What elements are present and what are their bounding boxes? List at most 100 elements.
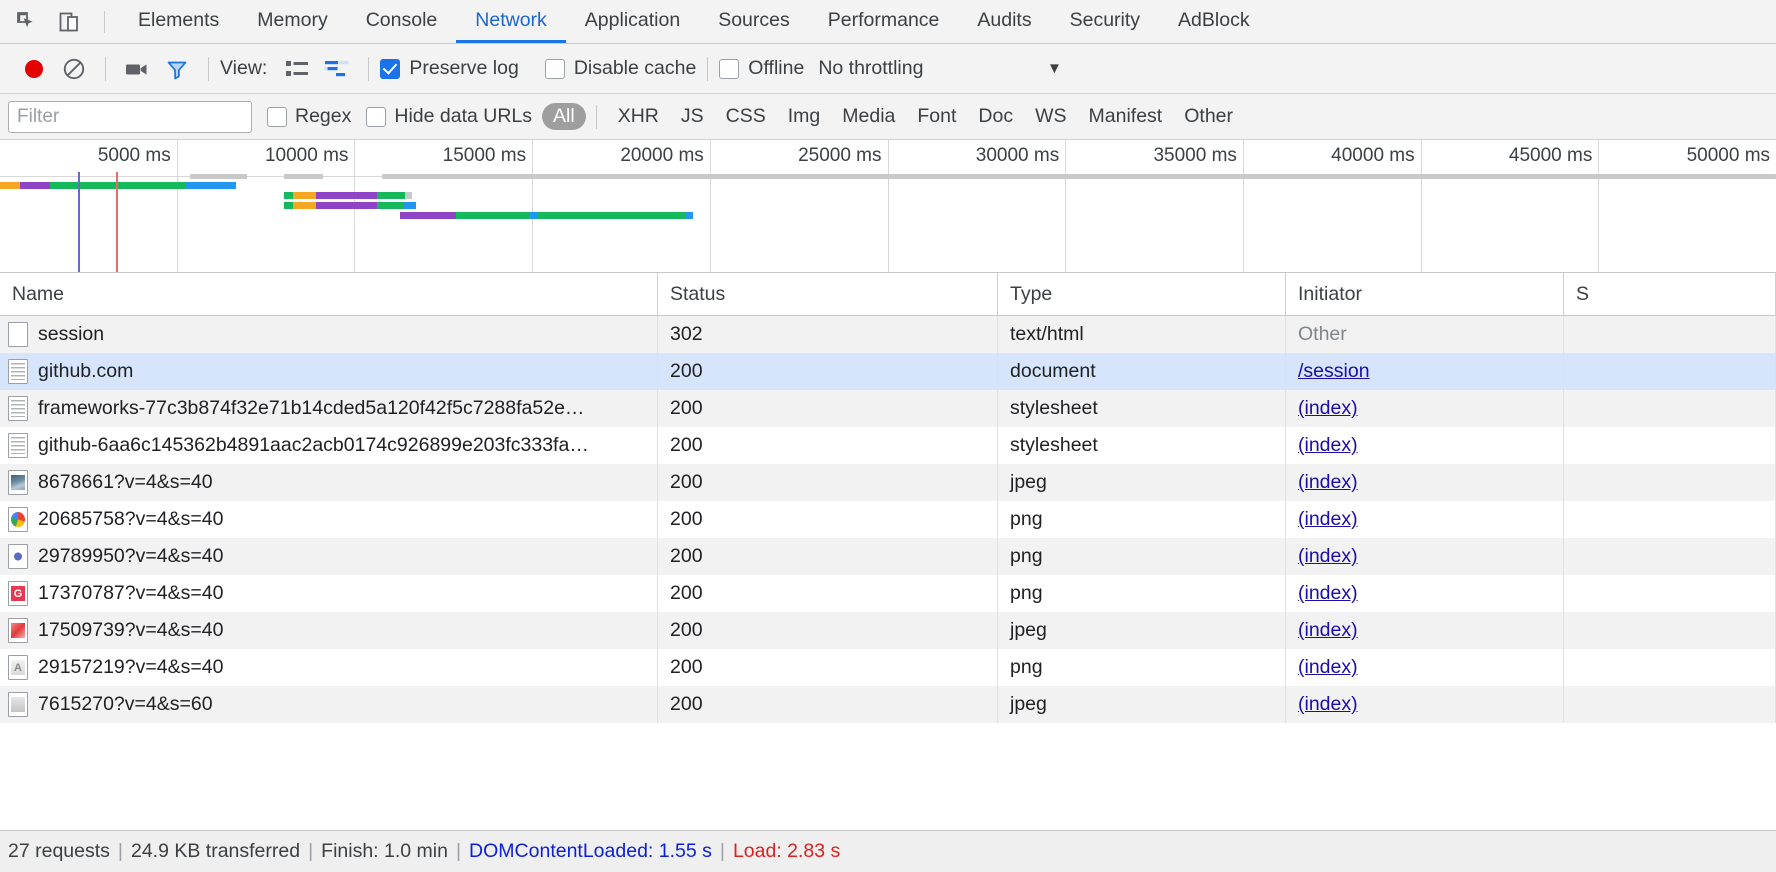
image-thumb-red-scribble-icon-thumb: [11, 623, 25, 638]
initiator-link[interactable]: (index): [1298, 656, 1358, 679]
inspect-element-icon[interactable]: [14, 9, 40, 35]
tab-memory[interactable]: Memory: [238, 0, 346, 43]
initiator-link[interactable]: (index): [1298, 545, 1358, 568]
tab-performance[interactable]: Performance: [809, 0, 959, 43]
type-filter-media[interactable]: Media: [831, 103, 906, 130]
initiator-link[interactable]: (index): [1298, 397, 1358, 420]
clear-button[interactable]: [54, 52, 94, 86]
table-row[interactable]: github.com200document/session: [0, 353, 1776, 390]
initiator-link[interactable]: (index): [1298, 619, 1358, 642]
tab-network[interactable]: Network: [456, 0, 566, 43]
tab-audits[interactable]: Audits: [958, 0, 1050, 43]
initiator-link[interactable]: /session: [1298, 360, 1370, 383]
type-filter-xhr[interactable]: XHR: [607, 103, 670, 130]
cell-initiator[interactable]: (index): [1286, 390, 1564, 427]
cell-name[interactable]: 17509739?v=4&s=40: [0, 612, 658, 649]
table-row[interactable]: 7615270?v=4&s=60200jpeg(index): [0, 686, 1776, 723]
waterfall-view-icon[interactable]: [317, 52, 357, 86]
cell-name[interactable]: A29157219?v=4&s=40: [0, 649, 658, 686]
overview-bar-segment: [529, 212, 538, 219]
table-row[interactable]: 20685758?v=4&s=40200png(index): [0, 501, 1776, 538]
table-row[interactable]: frameworks-77c3b874f32e71b14cded5a120f42…: [0, 390, 1776, 427]
offline-checkbox[interactable]: Offline: [719, 57, 804, 80]
tab-elements[interactable]: Elements: [119, 0, 238, 43]
cell-initiator[interactable]: (index): [1286, 501, 1564, 538]
cell-name[interactable]: 8678661?v=4&s=40: [0, 464, 658, 501]
table-row[interactable]: 17509739?v=4&s=40200jpeg(index): [0, 612, 1776, 649]
type-filter-font[interactable]: Font: [906, 103, 967, 130]
cell-name[interactable]: 20685758?v=4&s=40: [0, 501, 658, 538]
camera-icon[interactable]: [117, 52, 157, 86]
preserve-log-checkbox-box[interactable]: [380, 59, 400, 79]
type-filter-css[interactable]: CSS: [715, 103, 777, 130]
cell-name[interactable]: github.com: [0, 353, 658, 390]
table-row[interactable]: G17370787?v=4&s=40200png(index): [0, 575, 1776, 612]
initiator-link[interactable]: (index): [1298, 434, 1358, 457]
cell-name[interactable]: github-6aa6c145362b4891aac2acb0174c92689…: [0, 427, 658, 464]
type-filter-all[interactable]: All: [542, 103, 586, 130]
initiator-link[interactable]: (index): [1298, 693, 1358, 716]
table-row[interactable]: A29157219?v=4&s=40200png(index): [0, 649, 1776, 686]
funnel-icon[interactable]: [157, 52, 197, 86]
cell-name[interactable]: G17370787?v=4&s=40: [0, 575, 658, 612]
table-row[interactable]: 29789950?v=4&s=40200png(index): [0, 538, 1776, 575]
cell-initiator[interactable]: (index): [1286, 464, 1564, 501]
preserve-log-checkbox[interactable]: Preserve log: [380, 57, 518, 80]
tab-adblock[interactable]: AdBlock: [1159, 0, 1269, 43]
cell-initiator[interactable]: (index): [1286, 427, 1564, 464]
type-filter-doc[interactable]: Doc: [967, 103, 1024, 130]
throttling-select[interactable]: No throttling: [818, 57, 923, 80]
record-button[interactable]: [14, 52, 54, 86]
status-separator-4: |: [720, 840, 725, 863]
cell-initiator[interactable]: (index): [1286, 612, 1564, 649]
type-filter-js[interactable]: JS: [670, 103, 715, 130]
initiator-link[interactable]: (index): [1298, 471, 1358, 494]
disable-cache-checkbox[interactable]: Disable cache: [545, 57, 696, 80]
filter-input[interactable]: [8, 101, 252, 133]
type-filter-manifest[interactable]: Manifest: [1078, 103, 1174, 130]
file-blank-icon: [8, 322, 28, 347]
cell-name[interactable]: session: [0, 316, 658, 353]
cell-name[interactable]: 7615270?v=4&s=60: [0, 686, 658, 723]
column-header-type[interactable]: Type: [998, 273, 1286, 316]
network-overview-timeline[interactable]: 5000 ms10000 ms15000 ms20000 ms25000 ms3…: [0, 140, 1776, 273]
cell-initiator[interactable]: (index): [1286, 649, 1564, 686]
tab-application[interactable]: Application: [566, 0, 699, 43]
hide-data-urls-checkbox-box[interactable]: [366, 107, 386, 127]
chevron-down-icon[interactable]: ▼: [1037, 60, 1071, 77]
list-view-icon[interactable]: [277, 52, 317, 86]
tab-security[interactable]: Security: [1051, 0, 1159, 43]
overview-bar-segment: [293, 192, 316, 199]
table-row[interactable]: github-6aa6c145362b4891aac2acb0174c92689…: [0, 427, 1776, 464]
regex-checkbox[interactable]: Regex: [267, 105, 351, 128]
cell-initiator[interactable]: /session: [1286, 353, 1564, 390]
type-filter-img[interactable]: Img: [777, 103, 832, 130]
cell-name[interactable]: frameworks-77c3b874f32e71b14cded5a120f42…: [0, 390, 658, 427]
column-header-status[interactable]: Status: [658, 273, 998, 316]
overview-bar-segment: [20, 182, 50, 189]
disable-cache-checkbox-box[interactable]: [545, 59, 565, 79]
cell-name[interactable]: 29789950?v=4&s=40: [0, 538, 658, 575]
initiator-link[interactable]: (index): [1298, 508, 1358, 531]
cell-size: [1564, 464, 1776, 501]
type-filter-ws[interactable]: WS: [1024, 103, 1077, 130]
regex-checkbox-box[interactable]: [267, 107, 287, 127]
column-header-initiator[interactable]: Initiator: [1286, 273, 1564, 316]
ruler-tick-label: 30000 ms: [976, 145, 1059, 167]
hide-data-urls-checkbox[interactable]: Hide data URLs: [366, 105, 532, 128]
cell-initiator[interactable]: (index): [1286, 575, 1564, 612]
tab-sources[interactable]: Sources: [699, 0, 809, 43]
cell-initiator[interactable]: (index): [1286, 686, 1564, 723]
column-header-size[interactable]: S: [1564, 273, 1776, 316]
tab-console[interactable]: Console: [347, 0, 457, 43]
column-header-name[interactable]: Name: [0, 273, 658, 316]
cell-size: [1564, 686, 1776, 723]
cell-initiator[interactable]: (index): [1286, 538, 1564, 575]
initiator-link[interactable]: (index): [1298, 582, 1358, 605]
table-row[interactable]: 8678661?v=4&s=40200jpeg(index): [0, 464, 1776, 501]
type-filter-other[interactable]: Other: [1173, 103, 1244, 130]
table-row[interactable]: session302text/htmlOther: [0, 316, 1776, 353]
device-toolbar-icon[interactable]: [56, 9, 82, 35]
ruler-tick-label: 45000 ms: [1509, 145, 1592, 167]
offline-checkbox-box[interactable]: [719, 59, 739, 79]
